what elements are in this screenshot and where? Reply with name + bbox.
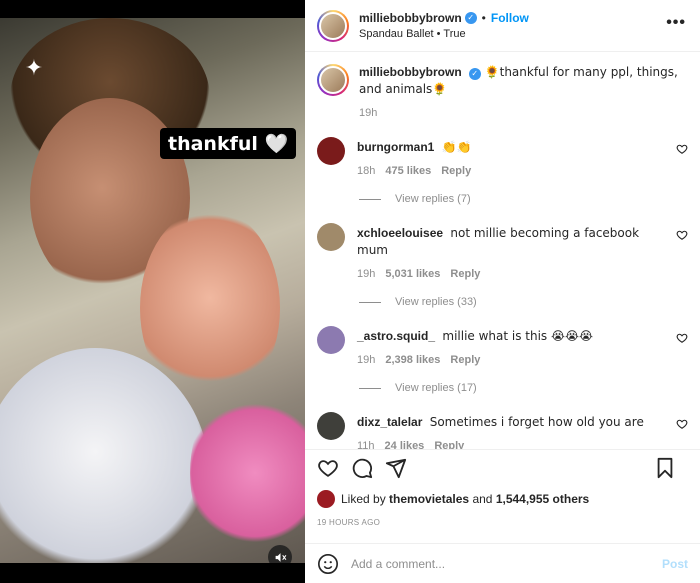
replies-divider-line [359, 198, 381, 200]
more-options-icon[interactable]: ••• [666, 14, 686, 32]
heart-icon[interactable] [317, 457, 339, 479]
caption: milliebobbybrown ✓ 🌻thankful for many ppl,… [317, 64, 688, 119]
reply-button[interactable]: Reply [450, 268, 480, 280]
liker-username[interactable]: themovietales [389, 492, 469, 506]
comment-item: dixz_talelar Sometimes i forget how old … [317, 412, 688, 449]
post-timestamp[interactable]: 19 HOURS AGO [305, 512, 700, 527]
comment-text: Sometimes i forget how old you are [429, 415, 644, 429]
post-media[interactable]: ✦ thankful 🤍 [0, 0, 305, 583]
commenter-username[interactable]: burngorman1 [357, 140, 434, 154]
replies-divider-line [359, 387, 381, 389]
comment-like-heart-icon[interactable] [676, 418, 688, 430]
liked-by-and: and [472, 492, 493, 506]
comment-time[interactable]: 19h [357, 354, 375, 366]
thankful-sticker: thankful 🤍 [160, 128, 297, 159]
comment-likes[interactable]: 5,031 likes [385, 268, 440, 280]
comment-row: burngorman1 👏👏 18h 475 likes Reply [317, 137, 688, 177]
comment-item: burngorman1 👏👏 18h 475 likes Reply View … [317, 137, 688, 205]
caption-time: 19h [359, 107, 378, 119]
view-replies-label[interactable]: View replies (33) [395, 296, 477, 308]
follow-button[interactable]: Follow [491, 11, 529, 25]
liked-by-prefix: Liked by [341, 492, 386, 506]
view-replies-label[interactable]: View replies (7) [395, 193, 471, 205]
comment-likes[interactable]: 2,398 likes [385, 354, 440, 366]
replies-divider-line [359, 301, 381, 303]
commenter-username[interactable]: _astro.squid_ [357, 329, 435, 343]
separator-dot: • [481, 11, 486, 25]
commenter-avatar[interactable] [317, 412, 345, 440]
comment-item: _astro.squid_ millie what is this 😭😭😭 19… [317, 326, 688, 394]
comment-time[interactable]: 18h [357, 165, 375, 177]
comment-likes[interactable]: 24 likes [385, 440, 425, 449]
view-replies-button[interactable]: View replies (33) [359, 296, 688, 308]
likes-count[interactable]: 1,544,955 others [496, 492, 589, 506]
commenter-username[interactable]: dixz_talelar [357, 415, 422, 429]
comment-row: _astro.squid_ millie what is this 😭😭😭 19… [317, 326, 688, 366]
post-side-panel: milliebobbybrown ✓ • Follow Spandau Ball… [305, 0, 700, 583]
comment-like-heart-icon[interactable] [676, 229, 688, 241]
comment-item: xchloeelouisee not millie becoming a fac… [317, 223, 688, 308]
comment-row: xchloeelouisee not millie becoming a fac… [317, 223, 688, 280]
comment-text: millie what is this 😭😭😭 [442, 329, 594, 343]
comment-likes[interactable]: 475 likes [385, 165, 431, 177]
commenter-avatar[interactable] [317, 326, 345, 354]
comment-like-heart-icon[interactable] [676, 332, 688, 344]
author-avatar[interactable] [317, 9, 349, 42]
emoji-icon[interactable] [317, 553, 339, 575]
view-replies-label[interactable]: View replies (17) [395, 382, 477, 394]
view-replies-button[interactable]: View replies (17) [359, 382, 688, 394]
verified-badge-icon: ✓ [464, 12, 477, 24]
comment-time[interactable]: 19h [357, 268, 375, 280]
comments-section: milliebobbybrown ✓ 🌻thankful for many ppl,… [305, 52, 700, 450]
comment-like-heart-icon[interactable] [676, 143, 688, 155]
comment-text: 👏👏 [441, 140, 472, 154]
add-comment-bar: Post [305, 543, 700, 583]
liker-avatar[interactable] [317, 490, 335, 508]
comment-row: dixz_talelar Sometimes i forget how old … [317, 412, 688, 449]
audio-track[interactable]: Spandau Ballet • True [359, 28, 529, 40]
commenter-username[interactable]: xchloeelouisee [357, 226, 443, 240]
comment-list: burngorman1 👏👏 18h 475 likes Reply View … [317, 137, 688, 449]
comment-icon[interactable] [351, 457, 373, 479]
likes-line: Liked by themovietales and 1,544,955 oth… [305, 486, 700, 512]
action-bar [305, 450, 700, 486]
volume-muted-icon[interactable] [268, 545, 292, 563]
reply-button[interactable]: Reply [450, 354, 480, 366]
commenter-avatar[interactable] [317, 137, 345, 165]
reply-button[interactable]: Reply [434, 440, 464, 449]
reply-button[interactable]: Reply [441, 165, 471, 177]
post-header: milliebobbybrown ✓ • Follow Spandau Ball… [305, 0, 700, 52]
view-replies-button[interactable]: View replies (7) [359, 193, 688, 205]
add-comment-input[interactable] [351, 556, 662, 571]
author-username[interactable]: milliebobbybrown [359, 11, 462, 25]
bookmark-icon[interactable] [654, 457, 676, 479]
sparkle-icon: ✦ [24, 55, 44, 80]
post-comment-button[interactable]: Post [662, 557, 688, 571]
post-photo[interactable]: ✦ thankful 🤍 [0, 18, 305, 563]
share-icon[interactable] [385, 457, 407, 479]
caption-username[interactable]: milliebobbybrown [359, 65, 462, 79]
verified-badge-icon: ✓ [468, 68, 481, 80]
comment-time[interactable]: 11h [357, 440, 375, 449]
caption-avatar[interactable] [317, 64, 349, 96]
commenter-avatar[interactable] [317, 223, 345, 251]
